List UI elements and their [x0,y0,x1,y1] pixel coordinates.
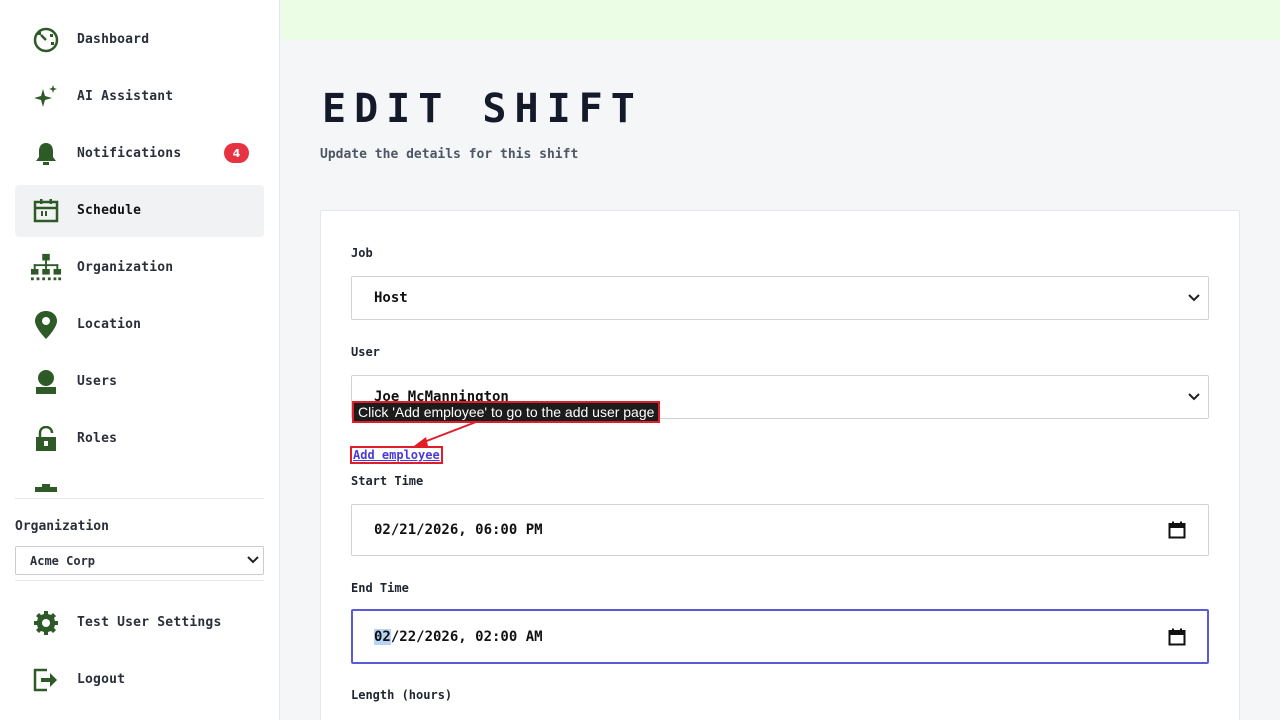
logout-button[interactable]: Logout [15,654,264,706]
calendar-picker-icon[interactable] [1168,521,1186,539]
calendar-picker-icon[interactable] [1168,628,1186,646]
gear-icon [30,610,62,636]
sidebar-item-label: Roles [77,431,118,446]
start-time-value: 02/21/2026, 06:00 PM [374,522,543,538]
sidebar-divider [15,498,264,499]
job-label: Job [351,246,373,260]
sidebar-item-notifications[interactable]: Notifications 4 [15,128,264,180]
end-time-month-segment[interactable]: 02 [374,628,391,645]
bell-icon [30,141,62,167]
sidebar-item-users[interactable]: Users [15,356,264,408]
job-select[interactable]: Host [351,276,1209,320]
job-select-value: Host [374,290,408,306]
user-label: User [351,345,380,359]
organization-select[interactable]: Acme Corp [15,546,264,575]
notification-badge: 4 [224,143,249,163]
start-time-input[interactable]: 02/21/2026, 06:00 PM [351,504,1209,556]
sidebar-item-ai-assistant[interactable]: AI Assistant [15,71,264,123]
start-time-label: Start Time [351,474,424,488]
sparkle-icon [30,84,62,110]
org-chart-icon [30,253,62,281]
calendar-icon [30,198,62,224]
logout-icon [30,667,62,693]
end-time-input[interactable]: 02/22/2026, 02:00 AM [351,609,1209,664]
user-icon [30,369,62,395]
chevron-down-icon [1188,294,1200,302]
briefcase-icon [30,483,62,492]
sidebar-item-label: Schedule [77,203,142,218]
sidebar-item-label: Notifications [77,146,182,161]
end-time-value: /22/2026, 02:00 AM [390,628,543,645]
organization-label: Organization [15,519,109,534]
test-user-settings-button[interactable]: Test User Settings [15,597,264,649]
chevron-down-icon [1188,393,1200,401]
end-time-label: End Time [351,581,409,595]
sidebar-item-schedule[interactable]: Schedule [15,185,264,237]
sidebar-item-label: AI Assistant [77,89,174,104]
dashboard-icon [30,27,62,53]
length-hours-label: Length (hours) [351,688,453,702]
logout-label: Logout [77,672,126,687]
sidebar-item-label: Dashboard [77,32,150,47]
sidebar-item-label: Users [77,374,118,389]
top-banner [281,0,1280,40]
location-pin-icon [30,311,62,339]
sidebar-item-location[interactable]: Location [15,299,264,351]
sidebar-item-roles[interactable]: Roles [15,413,264,465]
sidebar-item-organization[interactable]: Organization [15,242,264,294]
sidebar-nav: Dashboard AI Assistant Notifications 4 S… [15,14,264,492]
sidebar-divider [15,580,264,581]
sidebar-item-label: Organization [77,260,174,275]
annotation-tooltip: Click 'Add employee' to go to the add us… [352,401,661,423]
settings-label: Test User Settings [77,615,222,630]
lock-icon [30,426,62,452]
sidebar: Dashboard AI Assistant Notifications 4 S… [0,0,280,720]
page-subtitle: Update the details for this shift [320,147,579,162]
add-employee-link[interactable]: Add employee [350,446,443,464]
sidebar-item-dashboard[interactable]: Dashboard [15,14,264,66]
page-title: EDIT SHIFT [322,86,643,132]
sidebar-item-more[interactable] [15,470,264,492]
sidebar-item-label: Location [77,317,142,332]
